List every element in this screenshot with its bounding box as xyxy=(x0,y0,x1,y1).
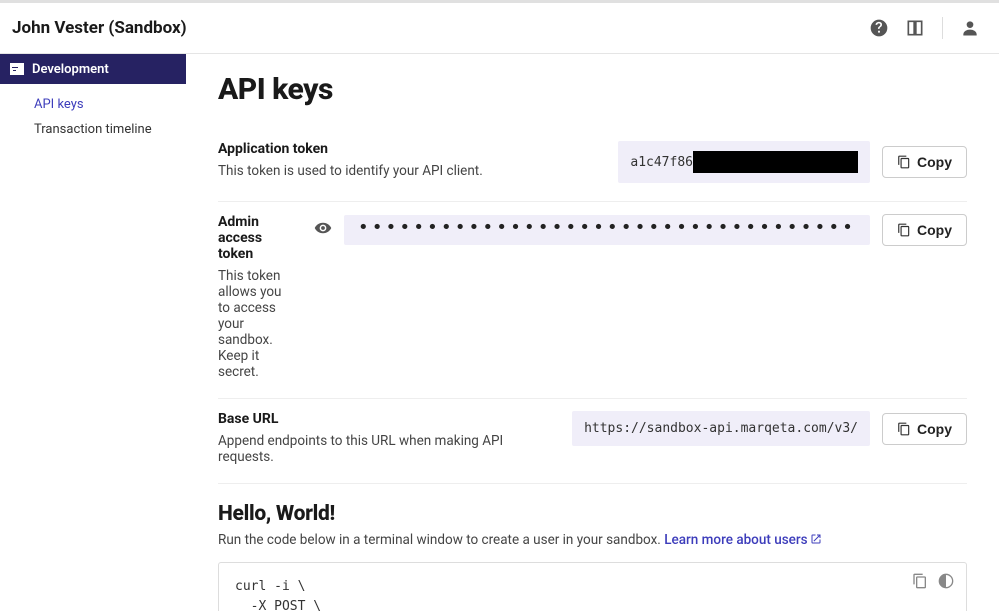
copy-label: Copy xyxy=(917,421,952,437)
reveal-admin-token-button[interactable] xyxy=(314,219,332,241)
copy-base-url-button[interactable]: Copy xyxy=(882,413,967,445)
admin-token-label: Admin access token xyxy=(218,214,294,262)
base-url-description: Append endpoints to this URL when making… xyxy=(218,433,552,465)
theme-toggle-icon[interactable] xyxy=(938,573,954,589)
account-title: John Vester (Sandbox) xyxy=(12,18,187,38)
copy-application-token-button[interactable]: Copy xyxy=(882,146,967,178)
learn-more-text: Learn more about users xyxy=(664,532,807,548)
admin-token-row: Admin access token This token allows you… xyxy=(218,202,967,399)
sidebar-item-api-keys[interactable]: API keys xyxy=(0,92,186,117)
application-token-description: This token is used to identify your API … xyxy=(218,163,598,179)
application-token-value: a1c47f86 xyxy=(618,141,870,183)
topbar: John Vester (Sandbox) xyxy=(0,0,999,54)
copy-label: Copy xyxy=(917,222,952,238)
sidebar-section-development[interactable]: Development xyxy=(0,54,186,84)
hello-world-title: Hello, World! xyxy=(218,502,967,526)
terminal-icon xyxy=(10,63,24,75)
application-token-prefix: a1c47f86 xyxy=(630,155,693,170)
code-sample-text: curl -i \ -X POST \ -H 'Content-Type: ap… xyxy=(235,577,950,611)
help-icon[interactable] xyxy=(868,17,890,39)
base-url-row: Base URL Append endpoints to this URL wh… xyxy=(218,399,967,484)
docs-icon[interactable] xyxy=(904,17,926,39)
admin-token-masked: •••••••••••••••••••••••••••••••••••• xyxy=(344,215,870,245)
copy-icon xyxy=(897,223,911,237)
page-title: API keys xyxy=(218,72,967,107)
hello-world-description-text: Run the code below in a terminal window … xyxy=(218,532,664,548)
base-url-value: https://sandbox-api.marqeta.com/v3/ xyxy=(572,411,870,446)
user-icon[interactable] xyxy=(959,17,981,39)
admin-token-description: This token allows you to access your san… xyxy=(218,268,294,380)
learn-more-users-link[interactable]: Learn more about users xyxy=(664,532,821,548)
main-content: API keys Application token This token is… xyxy=(186,54,999,611)
topbar-actions xyxy=(868,17,981,39)
sidebar-item-transaction-timeline[interactable]: Transaction timeline xyxy=(0,117,186,142)
copy-icon xyxy=(897,155,911,169)
copy-admin-token-button[interactable]: Copy xyxy=(882,214,967,246)
code-sample: curl -i \ -X POST \ -H 'Content-Type: ap… xyxy=(218,562,967,611)
sidebar: Development API keys Transaction timelin… xyxy=(0,54,186,611)
application-token-label: Application token xyxy=(218,141,598,157)
copy-code-icon[interactable] xyxy=(912,573,928,589)
copy-icon xyxy=(897,422,911,436)
hello-world-description: Run the code below in a terminal window … xyxy=(218,532,967,548)
application-token-redacted xyxy=(693,151,858,173)
sidebar-section-label: Development xyxy=(32,62,109,77)
base-url-label: Base URL xyxy=(218,411,552,427)
code-actions xyxy=(912,573,954,589)
topbar-divider xyxy=(942,17,943,39)
hello-world-section: Hello, World! Run the code below in a te… xyxy=(218,502,967,611)
copy-label: Copy xyxy=(917,154,952,170)
application-token-row: Application token This token is used to … xyxy=(218,129,967,202)
external-link-icon xyxy=(810,533,822,545)
